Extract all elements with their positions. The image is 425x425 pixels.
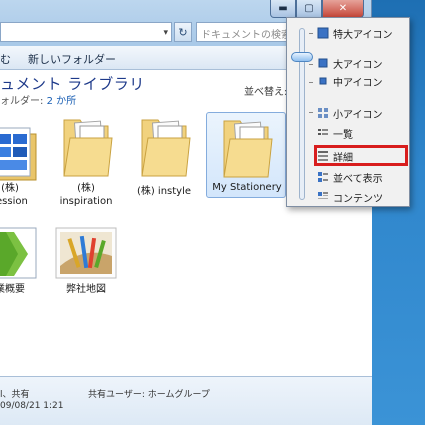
refresh-button[interactable]: ↻ (174, 22, 192, 42)
menu-item-label: 小アイコン (333, 109, 383, 121)
maximize-button[interactable]: ▢ (296, 0, 322, 18)
document-thumbnail-icon (0, 227, 37, 279)
chevron-down-icon[interactable]: ▾ (163, 28, 168, 38)
toolbar-truncated-item[interactable]: む (0, 51, 11, 67)
large-icons-icon (317, 57, 329, 69)
menu-item-label: 中アイコン (333, 77, 383, 89)
new-folder-button[interactable]: 新しいフォルダー (28, 51, 116, 67)
menu-item-content[interactable]: コンテンツ (317, 188, 407, 206)
menu-item-list[interactable]: 一覧 (317, 124, 407, 142)
file-item[interactable]: 業概要 (0, 220, 50, 300)
folder-label: (株) instyle (136, 186, 192, 197)
library-title: ュメント ライブラリ (0, 75, 145, 93)
medium-icons-icon (317, 75, 329, 87)
image-thumbnail-icon (55, 227, 117, 279)
list-icon (317, 127, 329, 139)
folder-item[interactable]: (株) inspiration (46, 110, 126, 210)
menu-item-label: 並べて表示 (333, 173, 383, 185)
file-item[interactable]: (株) ression (0, 110, 50, 210)
file-item[interactable]: 弊社地図 (46, 220, 126, 300)
folder-item-selected[interactable]: My Stationery (206, 112, 286, 198)
folder-icon (223, 120, 273, 178)
folder-label: (株) inspiration (59, 183, 113, 207)
locations-link[interactable]: 2 か所 (47, 96, 77, 107)
slider-tick (309, 112, 313, 113)
menu-item-label: コンテンツ (333, 193, 383, 205)
details-pane: l、共有 共有ユーザー: ホームグループ 09/08/21 1:21 (0, 376, 372, 425)
small-icons-icon (317, 107, 329, 119)
menu-item-label: 大アイコン (333, 59, 383, 71)
extra-large-icons-icon (317, 27, 329, 39)
content-icon (317, 191, 329, 203)
menu-item-label: 一覧 (333, 129, 353, 141)
highlight-box (314, 145, 408, 166)
file-label: (株) ression (0, 183, 28, 207)
library-subtitle: ォルダー: 2 か所 (0, 92, 76, 107)
slider-tick (309, 33, 313, 34)
folder-label: My Stationery (212, 182, 282, 193)
folder-icon (141, 119, 191, 177)
file-label: 業概要 (0, 284, 25, 295)
folder-icon (63, 119, 113, 177)
tiles-icon (317, 171, 329, 183)
close-button[interactable]: ✕ (322, 0, 364, 18)
details-date: 09/08/21 1:21 (0, 401, 64, 411)
slider-tick (309, 82, 313, 83)
folder-item[interactable]: (株) instyle (124, 110, 204, 210)
menu-item-large-icons[interactable]: 大アイコン (317, 54, 407, 72)
menu-item-small-icons[interactable]: 小アイコン (317, 104, 407, 122)
menu-item-tiles[interactable]: 並べて表示 (317, 168, 407, 186)
view-options-menu: 特大アイコン 大アイコン 中アイコン 小アイコン 一覧 詳細 並べて表示 コンテ… (286, 17, 410, 207)
view-size-slider-thumb[interactable] (291, 52, 313, 62)
slider-tick (309, 64, 313, 65)
address-bar[interactable]: ▾ (0, 22, 172, 42)
menu-item-medium-icons[interactable]: 中アイコン (317, 72, 407, 90)
details-shared-with: 共有ユーザー: ホームグループ (88, 390, 210, 400)
menu-item-extra-large-icons[interactable]: 特大アイコン (317, 24, 407, 42)
minimize-button[interactable]: ▬ (270, 0, 296, 18)
document-thumbnail-icon (0, 127, 37, 181)
menu-item-label: 特大アイコン (333, 29, 393, 41)
refresh-icon: ↻ (178, 25, 188, 39)
file-label: 弊社地図 (66, 284, 106, 295)
details-sharing: l、共有 (0, 390, 30, 400)
window-controls: ▬ ▢ ✕ (270, 0, 364, 18)
arrange-by-label[interactable]: 並べ替え: (244, 83, 287, 98)
search-input[interactable]: ドキュメントの検索 (196, 22, 296, 42)
library-subtitle-prefix: ォルダー: (0, 96, 47, 107)
